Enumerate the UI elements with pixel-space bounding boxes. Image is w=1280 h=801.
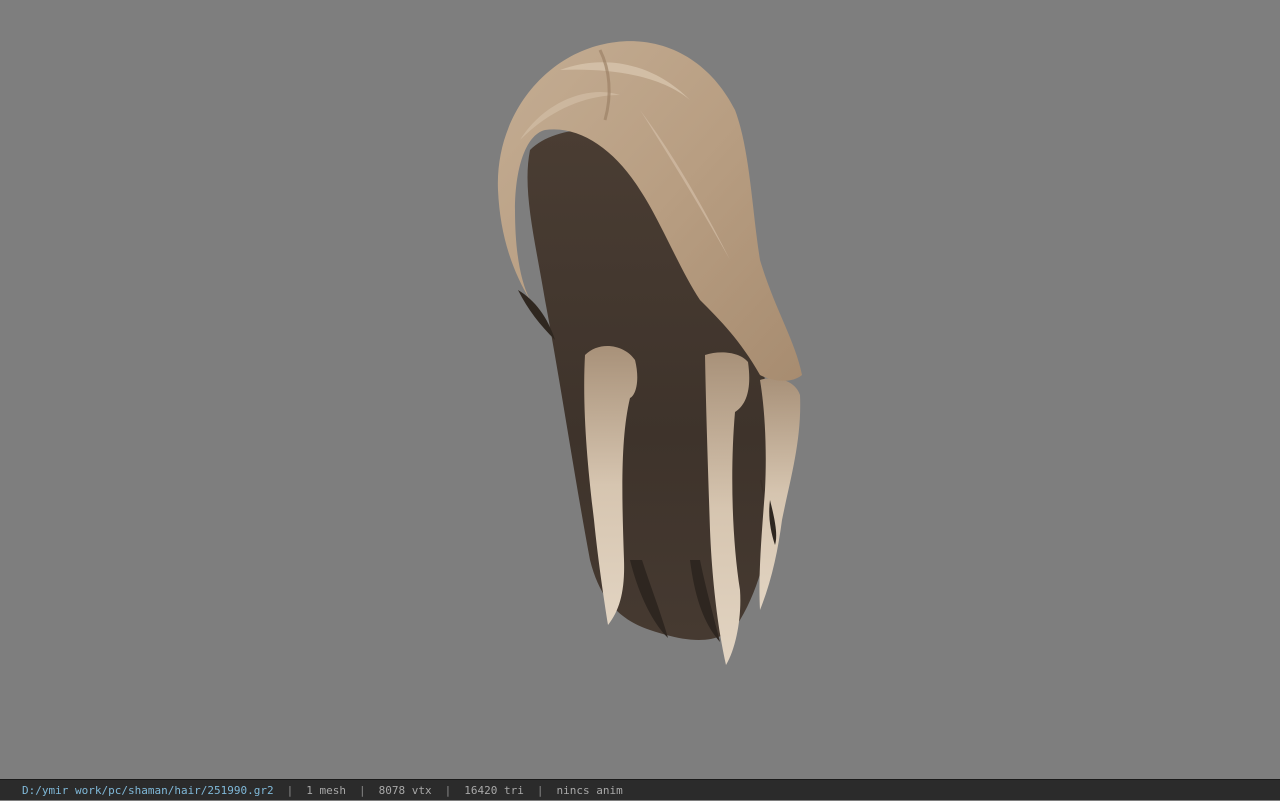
separator: | — [444, 783, 452, 797]
mesh-count: 1 mesh — [306, 783, 347, 797]
status-bar: D:/ymir work/pc/shaman/hair/251990.gr2 |… — [0, 779, 1280, 800]
file-path: D:/ymir work/pc/shaman/hair/251990.gr2 — [22, 783, 274, 797]
vertex-count: 8078 vtx — [378, 783, 432, 797]
anim-status: nincs anim — [556, 783, 623, 797]
triangle-count: 16420 tri — [464, 783, 524, 797]
separator: | — [286, 783, 294, 797]
separator: | — [359, 783, 366, 797]
separator: | — [536, 783, 544, 797]
3d-viewport[interactable] — [0, 0, 1280, 779]
hair-model-render — [497, 41, 802, 665]
